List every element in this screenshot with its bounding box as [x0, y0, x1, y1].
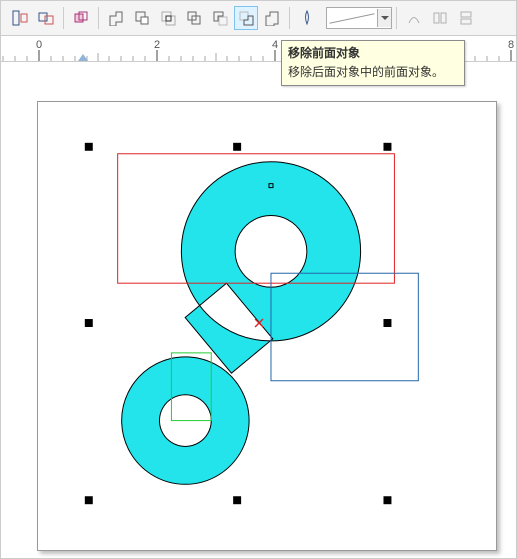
trim-icon[interactable]	[130, 6, 154, 30]
ungroup-icon[interactable]	[34, 6, 58, 30]
tooltip-title: 移除前面对象	[288, 44, 458, 61]
no-fill-swatch	[327, 9, 377, 27]
ruler-label: 8	[508, 39, 514, 51]
mirror-v-icon	[454, 6, 478, 30]
drawing-canvas[interactable]	[37, 101, 497, 551]
app-window: 0 2 4 6 8	[0, 0, 517, 559]
back-minus-front-icon[interactable]	[234, 6, 258, 30]
simplify-icon[interactable]	[182, 6, 206, 30]
ruler-label: 4	[272, 39, 278, 51]
weld-icon[interactable]	[69, 6, 93, 30]
tooltip-body: 移除后面对象中的前面对象。	[288, 63, 458, 80]
combined-shape[interactable]	[122, 162, 361, 485]
tooltip: 移除前面对象 移除后面对象中的前面对象。	[281, 40, 465, 86]
canvas-svg	[38, 102, 496, 550]
convert-curve-icon	[402, 6, 426, 30]
knife-icon[interactable]	[295, 6, 319, 30]
align-distribute-icon[interactable]	[8, 6, 32, 30]
front-minus-back-icon[interactable]	[208, 6, 232, 30]
intersect-icon[interactable]	[156, 6, 180, 30]
chevron-down-icon[interactable]	[377, 9, 391, 27]
ruler-label: 2	[154, 39, 160, 51]
separator	[63, 7, 64, 29]
boundary-icon[interactable]	[260, 6, 284, 30]
mirror-h-icon	[428, 6, 452, 30]
separator	[98, 7, 99, 29]
separator	[396, 7, 397, 29]
ruler-label: 0	[36, 39, 42, 51]
fill-color-dropdown[interactable]	[326, 7, 392, 29]
combine-union-icon[interactable]	[104, 6, 128, 30]
shaping-toolbar	[1, 1, 516, 36]
separator	[289, 7, 290, 29]
